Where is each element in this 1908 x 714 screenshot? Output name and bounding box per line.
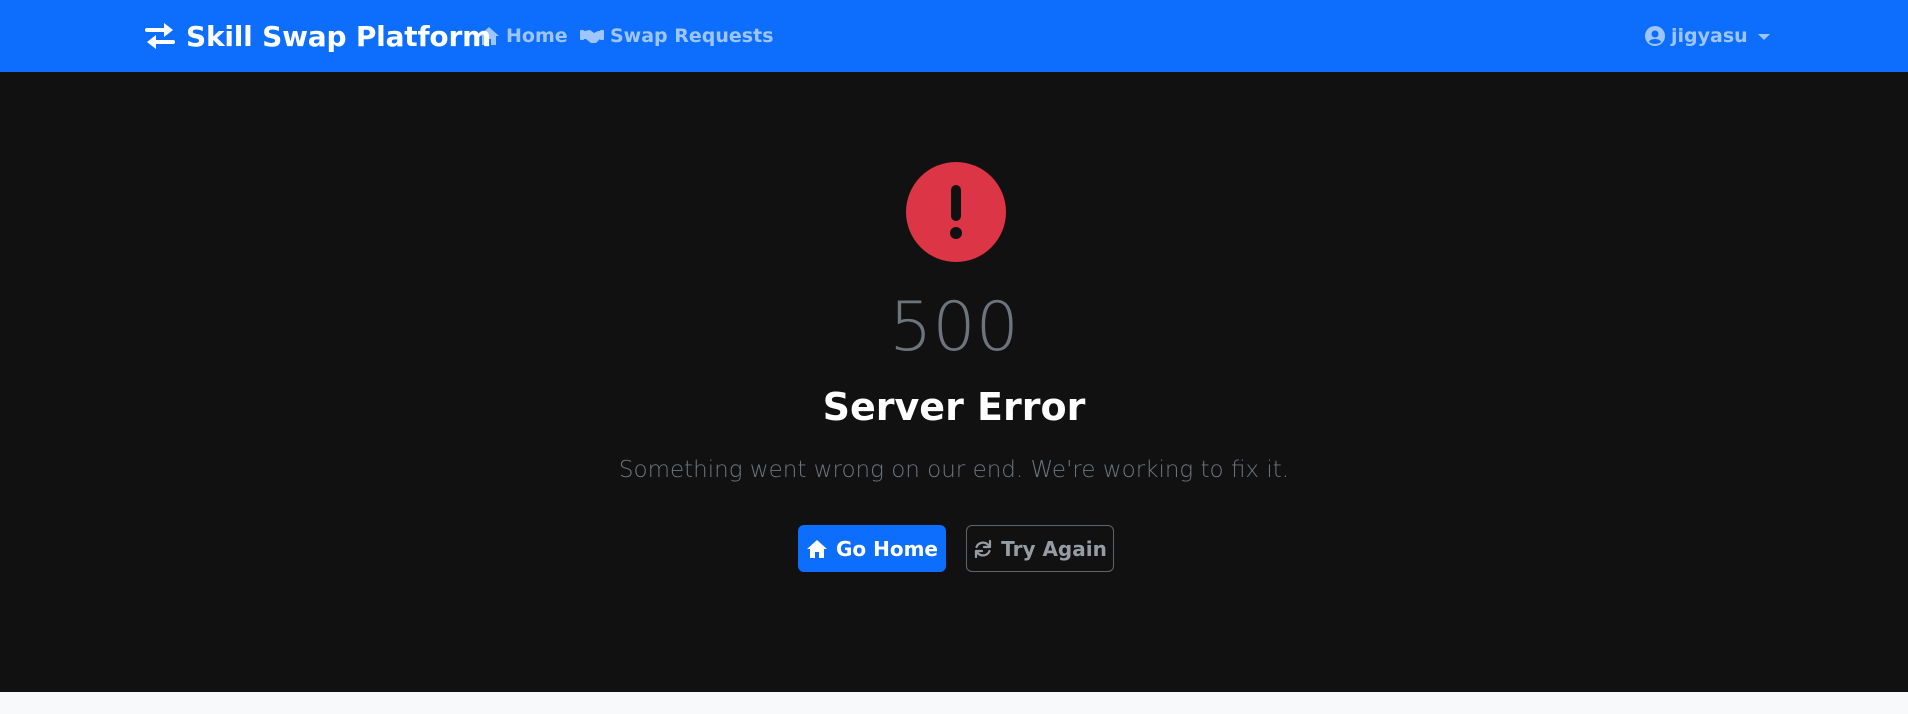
nav-link-home[interactable]: Home <box>478 0 568 72</box>
go-home-button[interactable]: Go Home <box>798 525 946 572</box>
try-again-button[interactable]: Try Again <box>966 525 1114 572</box>
try-again-label: Try Again <box>1001 536 1107 561</box>
error-page: 500 Server Error Something went wrong on… <box>0 72 1908 692</box>
user-name: jigyasu <box>1671 25 1748 47</box>
navbar: Skill Swap Platform Home Swap Requests j… <box>0 0 1908 72</box>
exclamation-circle-icon <box>906 162 1006 262</box>
brand-title: Skill Swap Platform <box>186 19 492 53</box>
refresh-icon <box>975 539 992 558</box>
nav-link-swap-requests[interactable]: Swap Requests <box>580 0 774 72</box>
error-code: 500 <box>889 288 1019 367</box>
nav-link-label: Home <box>506 25 568 47</box>
nav-link-label: Swap Requests <box>610 25 774 47</box>
exclamation-dot <box>950 227 962 239</box>
exchange-icon <box>145 23 175 49</box>
chevron-down-icon <box>1757 34 1770 40</box>
home-icon <box>479 27 499 45</box>
error-message: Something went wrong on our end. We're w… <box>618 457 1290 483</box>
user-circle-icon <box>1645 26 1665 46</box>
home-icon <box>806 539 827 558</box>
error-title: Server Error <box>822 385 1086 429</box>
brand-link[interactable]: Skill Swap Platform <box>144 0 491 72</box>
handshake-icon <box>580 30 604 43</box>
exclamation-bar <box>951 185 961 221</box>
user-menu-dropdown[interactable]: jigyasu <box>1645 0 1770 72</box>
go-home-label: Go Home <box>835 536 938 561</box>
